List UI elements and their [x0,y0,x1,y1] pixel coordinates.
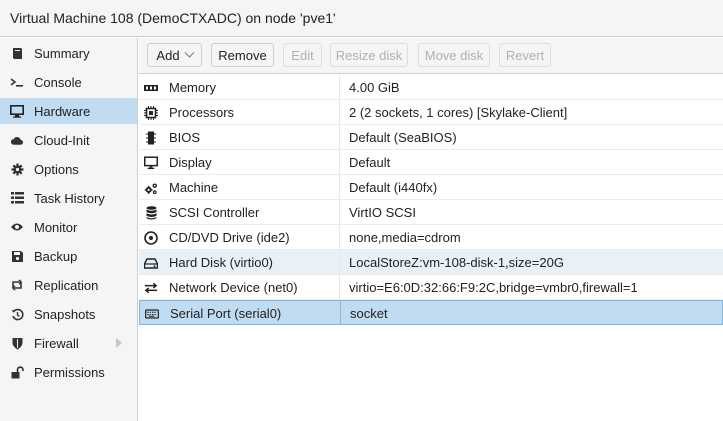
hardware-row-memory[interactable]: Memory 4.00 GiB [139,75,723,100]
hardware-row-name: SCSI Controller [169,205,260,220]
resize-disk-button[interactable]: Resize disk [330,43,408,67]
hardware-row-name: Network Device (net0) [169,280,298,295]
monitor-icon [10,104,24,118]
hardware-row-name: Machine [169,180,219,195]
toolbar: Add Remove Edit Resize disk Move disk Re… [139,38,723,74]
sidebar-item-label: Snapshots [34,307,96,322]
cloud-icon [10,133,24,147]
sidebar-item-label: Firewall [34,336,79,351]
hardware-row-name: Memory [169,80,216,95]
window-titlebar: Virtual Machine 108 (DemoCTXADC) on node… [0,0,723,37]
resize-disk-button-label: Resize disk [335,47,403,63]
hardware-row-value: socket [350,306,388,321]
hardware-row-name: Processors [169,105,235,120]
sidebar-item-snapshots[interactable]: Snapshots [0,301,137,327]
gear-icon [10,162,24,176]
move-disk-button-label: Move disk [424,47,484,63]
history-icon [10,307,24,321]
sidebar-item-label: Backup [34,249,78,264]
sidebar-item-label: Permissions [34,365,105,380]
exchange-icon [144,281,158,295]
hardware-row-value: 2 (2 sockets, 1 cores) [Skylake-Client] [349,105,568,120]
hardware-row-bios[interactable]: BIOS Default (SeaBIOS) [139,125,723,150]
sidebar-item-label: Console [34,75,82,90]
hardware-row-name: Serial Port (serial0) [170,306,282,321]
sidebar-item-cloud-init[interactable]: Cloud-Init [0,127,137,153]
sidebar-item-replication[interactable]: Replication [0,272,137,298]
hardware-row-name: BIOS [169,130,201,145]
window-title: Virtual Machine 108 (DemoCTXADC) on node… [10,10,336,26]
expand-arrow-icon[interactable] [116,338,122,348]
list-icon [10,191,24,205]
hardware-row-scsi-controller[interactable]: SCSI Controller VirtIO SCSI [139,200,723,225]
sidebar: Summary Console Hardware Cloud-Init Opti… [0,38,138,421]
hdd-icon [144,256,158,270]
revert-button-label: Revert [505,47,545,63]
memory-icon [144,81,158,95]
hardware-row-display[interactable]: Display Default [139,150,723,175]
sidebar-item-label: Hardware [34,104,91,119]
revert-button[interactable]: Revert [499,43,551,67]
microchip-icon [144,131,158,145]
sidebar-item-backup[interactable]: Backup [0,243,137,269]
retweet-icon [10,278,24,292]
unlock-icon [10,365,24,379]
sidebar-item-firewall[interactable]: Firewall [0,330,137,356]
sidebar-item-permissions[interactable]: Permissions [0,359,137,385]
hardware-row-serial-port[interactable]: Serial Port (serial0) socket [139,300,723,325]
sidebar-item-hardware[interactable]: Hardware [0,98,137,124]
sidebar-item-label: Replication [34,278,99,293]
hardware-row-value: 4.00 GiB [349,80,400,95]
hardware-row-processors[interactable]: Processors 2 (2 sockets, 1 cores) [Skyla… [139,100,723,125]
sidebar-item-label: Task History [34,191,105,206]
hardware-row-value: none,media=cdrom [349,230,461,245]
sidebar-item-label: Cloud-Init [34,133,90,148]
eye-icon [10,220,24,234]
book-icon [10,46,24,60]
hardware-row-value: VirtIO SCSI [349,205,416,220]
hardware-row-name: Display [169,155,212,170]
sidebar-item-task-history[interactable]: Task History [0,185,137,211]
remove-button-label: Remove [218,47,267,63]
sidebar-item-label: Monitor [34,220,78,235]
sidebar-item-monitor[interactable]: Monitor [0,214,137,240]
hardware-row-value: virtio=E6:0D:32:66:F9:2C,bridge=vmbr0,fi… [349,280,638,295]
hardware-row-value: Default (i440fx) [349,180,438,195]
cogs-icon [144,181,158,195]
add-button[interactable]: Add [147,43,202,67]
shield-icon [10,336,24,350]
hardware-row-hard-disk[interactable]: Hard Disk (virtio0) LocalStoreZ:vm-108-d… [139,250,723,275]
add-button-label: Add [156,47,180,63]
cpu-icon [144,106,158,120]
sidebar-item-summary[interactable]: Summary [0,40,137,66]
edit-button[interactable]: Edit [283,43,322,67]
hardware-row-network-device[interactable]: Network Device (net0) virtio=E6:0D:32:66… [139,275,723,300]
move-disk-button[interactable]: Move disk [418,43,490,67]
sidebar-item-options[interactable]: Options [0,156,137,182]
database-icon [144,206,158,220]
sidebar-item-label: Options [34,162,79,177]
edit-button-label: Edit [291,47,314,63]
desktop-icon [144,156,158,170]
sidebar-item-label: Summary [34,46,90,61]
sidebar-item-console[interactable]: Console [0,69,137,95]
floppy-icon [10,249,24,263]
hardware-row-value: Default [349,155,391,170]
hardware-row-machine[interactable]: Machine Default (i440fx) [139,175,723,200]
hardware-row-name: Hard Disk (virtio0) [169,255,274,270]
hardware-row-cd-dvd-drive[interactable]: CD/DVD Drive (ide2) none,media=cdrom [139,225,723,250]
cdrom-icon [144,231,158,245]
terminal-icon [10,75,24,89]
hardware-row-value: Default (SeaBIOS) [349,130,457,145]
chevron-down-icon [184,47,195,58]
hardware-row-value: LocalStoreZ:vm-108-disk-1,size=20G [349,255,564,270]
remove-button[interactable]: Remove [211,43,274,67]
hardware-row-name: CD/DVD Drive (ide2) [169,230,290,245]
keyboard-icon [145,307,159,321]
